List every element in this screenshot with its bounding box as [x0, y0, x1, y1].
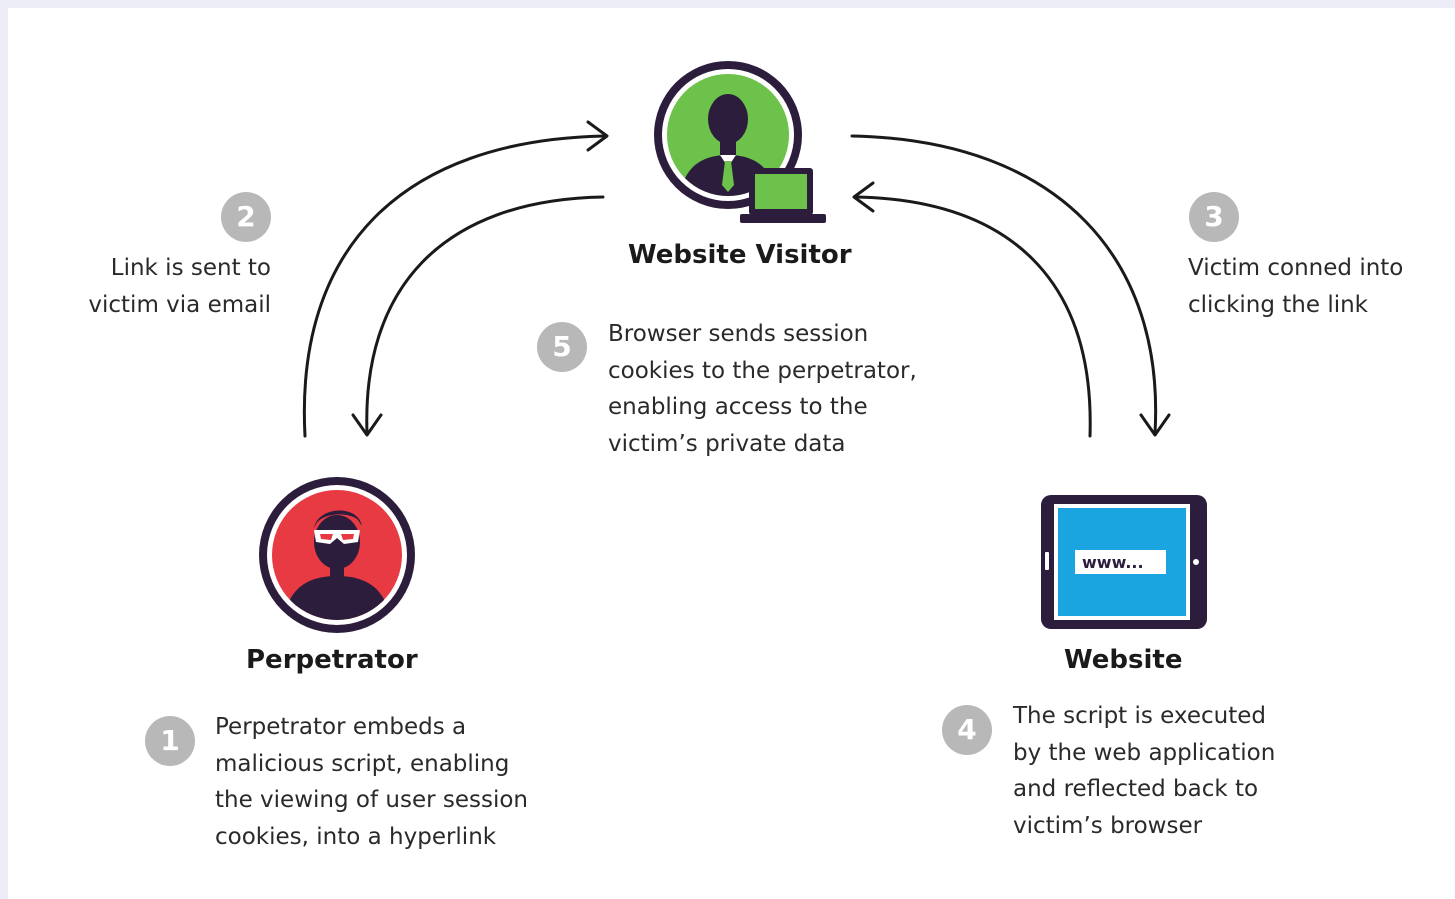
step-5-line: victim’s private data [608, 430, 846, 457]
step-4-line: victim’s browser [1013, 812, 1203, 839]
step-3-line: Victim conned into [1188, 255, 1404, 281]
step-2-line: victim via email [88, 291, 271, 318]
perpetrator-label: Perpetrator [246, 645, 418, 675]
step-1-badge: 1 [145, 716, 195, 766]
step-5-line: cookies to the perpetrator, [608, 357, 917, 384]
website-tablet-icon: www... [1041, 495, 1207, 629]
step-3-line: clicking the link [1188, 291, 1369, 318]
step-5-line: enabling access to the [608, 394, 868, 420]
step-5-line: Browser sends session [608, 321, 869, 347]
step-4-text: The script is executed by the web applic… [1013, 698, 1275, 844]
step-5-badge: 5 [537, 322, 587, 372]
website-label: Website [1064, 645, 1183, 675]
step-1-line: Perpetrator embeds a [215, 714, 467, 740]
step-5-text: Browser sends session cookies to the per… [608, 316, 917, 462]
step-2-line: Link is sent to [110, 255, 271, 281]
step-4-line: and reflected back to [1013, 776, 1259, 802]
website-visitor-label: Website Visitor [628, 240, 852, 270]
website-screen-text: www... [1082, 553, 1144, 572]
website-visitor-icon [654, 61, 826, 223]
step-3-text: Victim conned into clicking the link [1188, 250, 1403, 323]
step-1-line: cookies, into a hyperlink [215, 823, 497, 850]
perpetrator-icon [259, 477, 415, 633]
step-1-line: malicious script, enabling [215, 750, 510, 777]
step-4-badge: 4 [942, 705, 992, 755]
step-1-text: Perpetrator embeds a malicious script, e… [215, 709, 528, 855]
step-3-badge: 3 [1189, 192, 1239, 242]
step-1-line: the viewing of user session [215, 787, 528, 813]
arrow-perpetrator-to-visitor [302, 134, 607, 438]
step-4-line: by the web application [1013, 739, 1276, 766]
arrow-visitor-to-perpetrator [365, 195, 605, 435]
step-2-badge: 2 [221, 192, 271, 242]
step-2-text: Link is sent to victim via email [60, 250, 271, 323]
step-4-line: The script is executed [1013, 703, 1266, 729]
